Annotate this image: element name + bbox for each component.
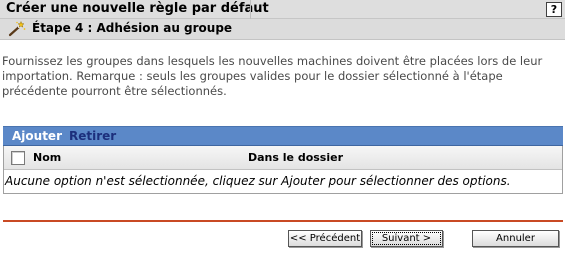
- cancel-button[interactable]: Annuler: [472, 230, 559, 247]
- groups-table: Nom Dans le dossier Aucune option n'est …: [3, 146, 563, 194]
- title-bar-separator: [250, 0, 251, 19]
- add-link[interactable]: Ajouter: [12, 129, 62, 143]
- previous-button[interactable]: << Précédent: [288, 230, 362, 247]
- select-all-checkbox[interactable]: [11, 151, 25, 165]
- step-title: Étape 4 : Adhésion au groupe: [32, 21, 233, 35]
- remove-link[interactable]: Retirer: [69, 129, 116, 143]
- table-header: Nom Dans le dossier: [4, 146, 562, 170]
- wizard-wand-icon: [8, 20, 26, 37]
- dialog-title: Créer une nouvelle règle par défaut: [6, 1, 269, 16]
- column-header-name[interactable]: Nom: [33, 151, 61, 164]
- step-description: Fournissez les groupes dans lesquels les…: [2, 54, 543, 98]
- empty-table-message: Aucune option n'est sélectionnée, clique…: [5, 174, 511, 188]
- help-button[interactable]: ?: [546, 2, 562, 17]
- wizard-dialog: Créer une nouvelle règle par défaut ? Ét…: [0, 0, 565, 262]
- title-bar: Créer une nouvelle règle par défaut ?: [0, 0, 565, 19]
- column-header-folder[interactable]: Dans le dossier: [248, 151, 343, 164]
- footer-divider: [3, 220, 563, 222]
- group-action-bar: Ajouter Retirer: [3, 126, 563, 146]
- step-header: Étape 4 : Adhésion au groupe: [0, 19, 565, 40]
- next-button[interactable]: Suivant >: [370, 230, 443, 247]
